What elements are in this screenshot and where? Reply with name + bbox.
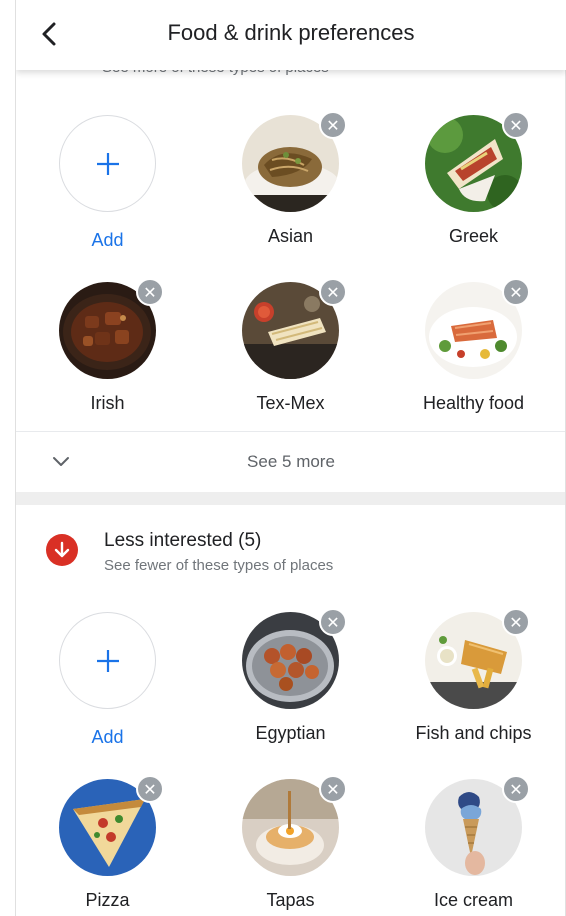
remove-tapas-button[interactable]: ✕ <box>319 775 347 803</box>
remove-irish-button[interactable]: ✕ <box>136 278 164 306</box>
add-label: Add <box>91 727 124 747</box>
remove-healthy-food-button[interactable]: ✕ <box>502 278 530 306</box>
plus-icon <box>96 649 119 672</box>
add-label: Add <box>91 230 124 250</box>
remove-ice-cream-button[interactable]: ✕ <box>502 775 530 803</box>
close-icon: ✕ <box>509 782 523 799</box>
preference-label: Egyptian <box>255 723 326 743</box>
remove-fish-and-chips-button[interactable]: ✕ <box>502 608 530 636</box>
less-interested-title: Less interested (5) <box>104 530 262 551</box>
preferences-screen: Food & drink preferences See more of the… <box>16 0 566 916</box>
close-icon: ✕ <box>143 782 157 799</box>
preference-label: Irish <box>90 393 125 413</box>
preference-label: Tapas <box>266 890 315 910</box>
preference-label: Tex-Mex <box>256 393 325 413</box>
preference-label: Healthy food <box>422 393 525 413</box>
preference-label: Fish and chips <box>415 723 532 743</box>
preference-label: Ice cream <box>433 890 514 910</box>
remove-asian-button[interactable]: ✕ <box>319 111 347 139</box>
close-icon: ✕ <box>143 285 157 302</box>
arrow-down-icon <box>54 541 70 558</box>
close-icon: ✕ <box>509 118 523 135</box>
preference-label: Asian <box>267 226 314 246</box>
close-icon: ✕ <box>509 615 523 632</box>
close-icon: ✕ <box>326 285 340 302</box>
plus-icon <box>96 152 119 175</box>
remove-tex-mex-button[interactable]: ✕ <box>319 278 347 306</box>
see-more-button[interactable]: See 5 more <box>16 432 566 492</box>
preference-label: Greek <box>448 226 499 246</box>
remove-pizza-button[interactable]: ✕ <box>136 775 164 803</box>
close-icon: ✕ <box>326 615 340 632</box>
add-button[interactable] <box>59 115 156 212</box>
less-interested-badge <box>46 534 78 566</box>
add-button[interactable] <box>59 612 156 709</box>
remove-greek-button[interactable]: ✕ <box>502 111 530 139</box>
app-bar: Food & drink preferences <box>16 0 566 70</box>
close-icon: ✕ <box>326 118 340 135</box>
page-title: Food & drink preferences <box>167 20 415 45</box>
less-interested-subtitle: See fewer of these types of places <box>104 557 334 574</box>
remove-egyptian-button[interactable]: ✕ <box>319 608 347 636</box>
close-icon: ✕ <box>509 285 523 302</box>
preference-label: Pizza <box>85 890 130 910</box>
close-icon: ✕ <box>326 782 340 799</box>
see-more-label: See 5 more <box>247 452 335 471</box>
section-separator <box>16 492 566 505</box>
